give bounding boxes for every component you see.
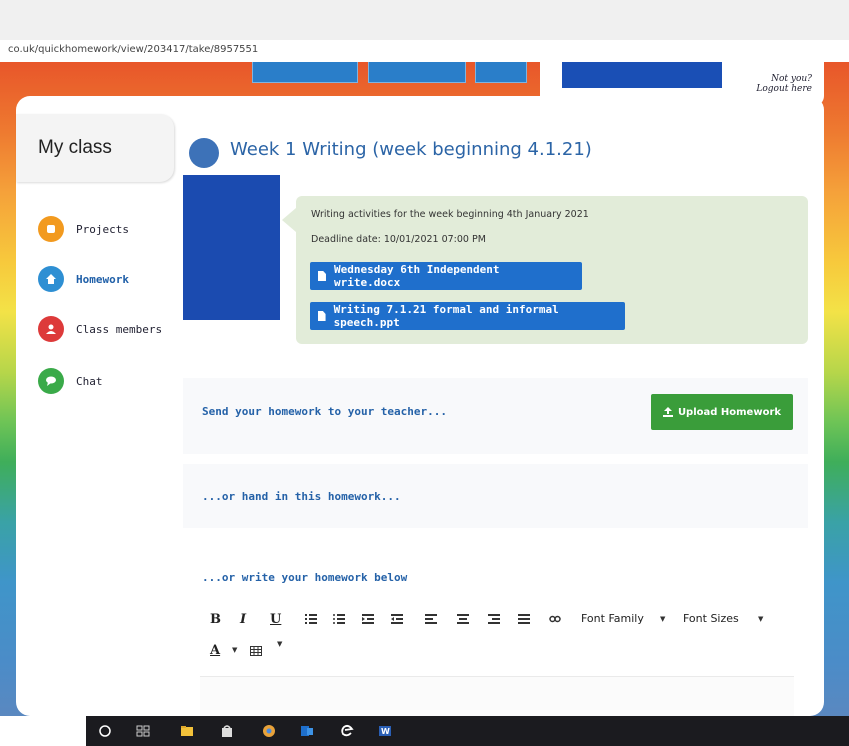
sidebar-item-label: Chat [76, 374, 103, 388]
chat-icon [38, 368, 64, 394]
sidebar-item-homework[interactable]: Homework [38, 266, 129, 292]
task-view-icon[interactable] [136, 724, 150, 738]
sidebar-item-label: Projects [76, 222, 129, 236]
file-name: Wednesday 6th Independent write.docx [333, 263, 500, 289]
align-center-icon[interactable] [457, 614, 469, 624]
align-left-icon[interactable] [425, 614, 437, 624]
outdent-icon[interactable] [362, 614, 374, 624]
svg-text:W: W [381, 727, 390, 736]
align-justify-icon[interactable] [518, 614, 530, 624]
font-family-dropdown[interactable]: Font Family [581, 612, 644, 625]
word-icon[interactable]: W [378, 724, 392, 738]
my-class-title: My class [38, 137, 112, 158]
upload-label: Upload Homework [677, 406, 782, 418]
file-icon [318, 311, 326, 321]
file-icon [318, 271, 326, 281]
file-name: Writing 7.1.21 formal and informal speec… [333, 303, 559, 329]
write-homework-prompt: ...or write your homework below [202, 571, 408, 584]
not-you-text: Not you? [771, 74, 812, 84]
search-circle-icon[interactable] [98, 724, 112, 738]
file-button-ppt[interactable]: Writing 7.1.21 formal and informal speec… [310, 302, 625, 330]
link-icon[interactable] [549, 614, 561, 624]
teacher-avatar [183, 175, 280, 320]
logout-link[interactable]: Not you? Logout here [752, 74, 812, 94]
table-icon[interactable] [250, 646, 262, 656]
sidebar-item-class-members[interactable]: Class members [38, 316, 162, 342]
logout-text: Logout here [756, 84, 812, 94]
align-right-icon[interactable] [488, 614, 500, 624]
numbered-list-icon[interactable] [305, 614, 317, 624]
font-sizes-dropdown[interactable]: Font Sizes [683, 612, 739, 625]
file-explorer-icon[interactable] [180, 724, 194, 738]
top-nav-button-1[interactable] [252, 62, 358, 83]
upload-icon [662, 407, 673, 417]
chevron-down-icon: ▼ [660, 615, 666, 623]
top-nav-button-2[interactable] [368, 62, 466, 83]
underline-button[interactable]: U [270, 612, 281, 627]
homework-dot-icon [189, 138, 219, 168]
edge-icon[interactable] [340, 724, 354, 738]
chevron-down-icon: ▼ [277, 640, 283, 648]
homework-icon [38, 266, 64, 292]
italic-button[interactable]: I [240, 612, 246, 627]
font-color-button[interactable]: A [210, 643, 220, 658]
hand-in-link[interactable]: ...or hand in this homework... [202, 490, 401, 503]
class-members-icon [38, 316, 64, 342]
user-name-block [562, 62, 722, 88]
homework-editor[interactable] [200, 676, 794, 717]
projects-icon [38, 216, 64, 242]
file-button-docx[interactable]: Wednesday 6th Independent write.docx [310, 262, 582, 290]
chevron-down-icon: ▼ [758, 615, 764, 623]
indent-icon[interactable] [391, 614, 403, 624]
store-icon[interactable] [220, 724, 234, 738]
bullet-list-icon[interactable] [333, 614, 345, 624]
outlook-icon[interactable] [300, 724, 314, 738]
deadline-text: Deadline date: 10/01/2021 07:00 PM [311, 234, 486, 245]
chevron-down-icon: ▼ [232, 646, 238, 654]
browser-top-strip [0, 0, 849, 40]
sidebar-item-label: Homework [76, 272, 129, 286]
bold-button[interactable]: B [210, 612, 221, 627]
sidebar-item-projects[interactable]: Projects [38, 216, 129, 242]
homework-description: Writing activities for the week beginnin… [311, 209, 589, 220]
chrome-icon[interactable] [262, 724, 276, 738]
sidebar-item-chat[interactable]: Chat [38, 368, 103, 394]
send-homework-prompt: Send your homework to your teacher... [202, 405, 448, 418]
url-text[interactable]: co.uk/quickhomework/view/203417/take/895… [8, 44, 258, 55]
sidebar-item-label: Class members [76, 322, 163, 336]
page-title: Week 1 Writing (week beginning 4.1.21) [230, 139, 592, 160]
top-nav-button-3[interactable] [475, 62, 527, 83]
info-arrow [282, 208, 296, 232]
windows-taskbar [86, 716, 849, 746]
upload-homework-button[interactable]: Upload Homework [651, 394, 793, 430]
